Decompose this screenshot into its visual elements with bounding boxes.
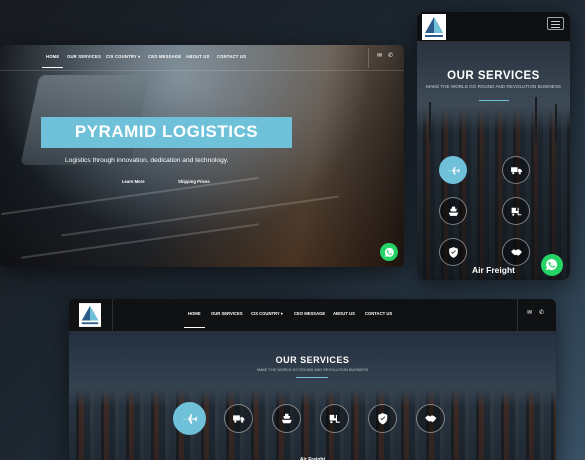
pyramid-logo[interactable] <box>422 14 446 40</box>
services-subtitle: MAKE THE WORLD GO ROUND AND REVOLUTION B… <box>256 368 369 372</box>
plane-icon <box>447 166 460 175</box>
nav-cis-country[interactable]: CIS COUNTRY ▾ <box>106 54 140 59</box>
service-warehousing[interactable] <box>502 197 530 225</box>
phone-icon[interactable]: ✆ <box>539 309 544 316</box>
whatsapp-button[interactable] <box>541 254 563 276</box>
whatsapp-button[interactable] <box>380 243 398 261</box>
services-subtitle: MAKE THE WORLD GO ROUND AND REVOLUTION B… <box>426 84 561 89</box>
ship-icon <box>448 206 458 216</box>
nav-home[interactable]: HOME <box>41 54 64 68</box>
nav-contact-us[interactable]: CONTACT US <box>217 54 246 59</box>
service-air-freight[interactable] <box>173 402 206 435</box>
service-road-freight[interactable] <box>502 156 530 184</box>
menu-toggle-button[interactable] <box>547 17 564 30</box>
handshake-icon <box>510 248 522 256</box>
service-partnership[interactable] <box>416 404 445 433</box>
hero-title-box: PYRAMID LOGISTICS <box>41 117 292 148</box>
hero-nav: HOME OUR SERVICES CIS COUNTRY ▾ CEO MESS… <box>0 45 404 71</box>
service-sea-freight[interactable] <box>272 404 301 433</box>
shield-icon <box>378 412 387 425</box>
nav-about-us[interactable]: ABOUT US <box>333 311 355 316</box>
hero-title: PYRAMID LOGISTICS <box>74 122 259 141</box>
desktop-hero-frame: HOME OUR SERVICES CIS COUNTRY ▾ CEO MESS… <box>0 45 404 267</box>
nav-divider <box>112 299 113 332</box>
nav-divider <box>368 48 369 68</box>
shield-icon <box>448 246 458 258</box>
nav-divider <box>517 299 518 332</box>
desktop-header: HOME OUR SERVICES CIS COUNTRY ▾ CEO MESS… <box>69 299 556 332</box>
whatsapp-icon <box>546 259 558 271</box>
ship-icon <box>281 413 292 423</box>
mail-icon[interactable]: ✉ <box>377 53 384 59</box>
service-air-freight[interactable] <box>439 156 467 184</box>
desktop-services-section: OUR SERVICES MAKE THE WORLD GO ROUND AND… <box>69 332 556 460</box>
learn-more-link[interactable]: Learn More <box>122 179 145 184</box>
nav-contact-us[interactable]: CONTACT US <box>365 311 392 316</box>
shipping-prices-link[interactable]: Shipping Prices <box>178 179 210 184</box>
nav-cis-country[interactable]: CIS COUNTRY ▾ <box>251 311 283 316</box>
services-title: OUR SERVICES <box>447 70 540 82</box>
desktop-services-frame: HOME OUR SERVICES CIS COUNTRY ▾ CEO MESS… <box>69 299 556 460</box>
service-road-freight[interactable] <box>224 404 253 433</box>
truck-icon <box>510 166 522 174</box>
mobile-header <box>417 12 570 42</box>
nav-about-us[interactable]: ABOUT US <box>186 54 209 59</box>
mobile-services-section: OUR SERVICES MAKE THE WORLD GO ROUND AND… <box>417 42 570 280</box>
mobile-frame: OUR SERVICES MAKE THE WORLD GO ROUND AND… <box>417 12 570 280</box>
services-title: OUR SERVICES <box>275 355 350 365</box>
forklift-icon <box>329 414 340 423</box>
title-underline <box>296 377 328 378</box>
hero-tagline: Logistics through innovation, dedication… <box>65 157 229 164</box>
plane-icon <box>183 413 197 424</box>
mail-icon[interactable]: ✉ <box>527 309 532 316</box>
service-insurance[interactable] <box>439 238 467 266</box>
nav-ceo-message[interactable]: CEO MESSAGE <box>148 54 181 59</box>
title-underline <box>479 100 509 101</box>
service-sea-freight[interactable] <box>439 197 467 225</box>
forklift-icon <box>511 207 521 216</box>
handshake-icon <box>424 415 437 422</box>
nav-ceo-message[interactable]: CEO MESSAGE <box>294 311 325 316</box>
whatsapp-icon <box>384 247 394 257</box>
motion-streak <box>21 223 259 259</box>
nav-home[interactable]: HOME <box>184 311 205 328</box>
nav-our-services[interactable]: OUR SERVICES <box>67 54 101 59</box>
service-partnership[interactable] <box>502 238 530 266</box>
pyramid-logo[interactable] <box>79 303 101 327</box>
motion-streak <box>61 195 339 237</box>
truck-icon <box>232 415 245 423</box>
service-insurance[interactable] <box>368 404 397 433</box>
nav-our-services[interactable]: OUR SERVICES <box>211 311 243 316</box>
phone-icon[interactable]: ✆ <box>388 53 395 59</box>
service-warehousing[interactable] <box>320 404 349 433</box>
